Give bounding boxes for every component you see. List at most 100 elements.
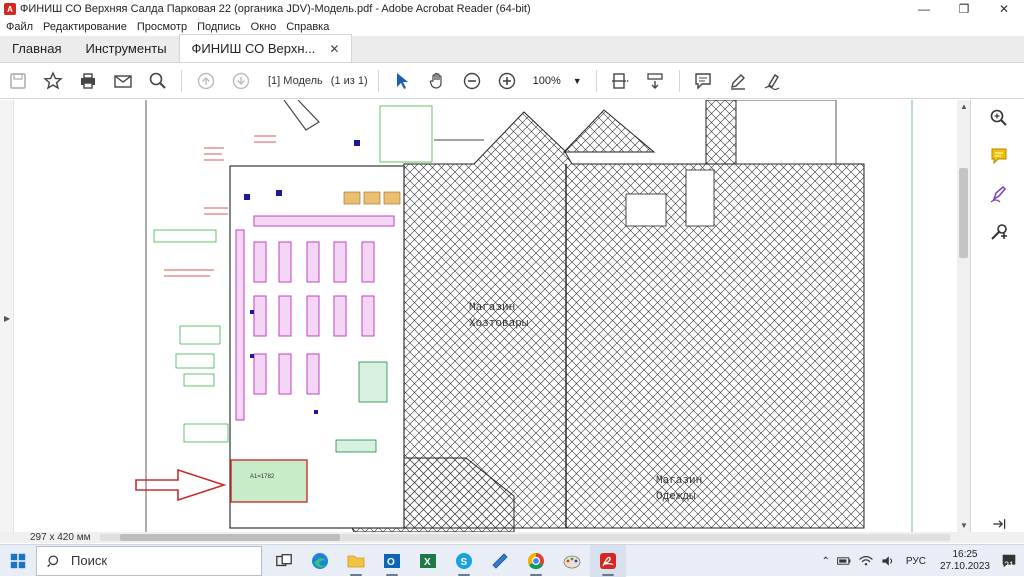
zoom-out-button[interactable] xyxy=(455,66,490,96)
email-button[interactable] xyxy=(105,66,140,96)
pen-notes-icon xyxy=(492,552,508,569)
tray-chevron-icon[interactable]: ⌃ xyxy=(822,556,830,567)
toolbar-divider xyxy=(595,69,597,92)
acrobat-app-icon: A xyxy=(4,3,16,15)
upper-wall xyxy=(283,100,320,131)
menu-window[interactable]: Окно xyxy=(251,21,277,33)
page-count: (1 из 1) xyxy=(330,74,368,87)
vertical-scrollbar[interactable]: ▲ ▼ xyxy=(957,100,970,532)
upper-room-outline xyxy=(735,100,837,165)
acrobat-app[interactable] xyxy=(590,544,626,577)
skype-app[interactable]: S xyxy=(446,545,482,577)
system-tray: ⌃ РУС 16:25 27.10.2023 21 xyxy=(822,545,1024,577)
menu-edit[interactable]: Редактирование xyxy=(43,21,127,33)
taskbar-search[interactable]: Поиск xyxy=(36,545,262,576)
more-tools-button[interactable] xyxy=(987,220,1011,244)
file-explorer-app[interactable] xyxy=(338,545,374,577)
arrow-down-icon xyxy=(232,72,249,89)
tab-tools[interactable]: Инструменты xyxy=(73,35,178,62)
bookmark-star-button[interactable] xyxy=(35,66,70,96)
sign-pen-icon xyxy=(764,73,780,90)
title-bar: A ФИНИШ СО Верхняя Салда Парковая 22 (ор… xyxy=(0,0,1024,18)
scroll-mode-button[interactable] xyxy=(638,66,673,96)
folder-icon xyxy=(347,555,365,567)
highlighted-room xyxy=(230,459,308,503)
chrome-app[interactable] xyxy=(518,545,554,577)
search-icon xyxy=(149,72,166,89)
left-panel-rail[interactable]: ▶ xyxy=(0,100,14,532)
zoom-select[interactable]: 100% ▼ xyxy=(533,75,582,87)
cursor-arrow-icon xyxy=(397,72,409,89)
system-clock[interactable]: 16:25 27.10.2023 xyxy=(940,549,990,573)
wifi-icon[interactable] xyxy=(858,553,874,569)
language-indicator[interactable]: РУС xyxy=(906,556,926,567)
save-button[interactable] xyxy=(0,66,35,96)
toolbar-divider xyxy=(181,69,182,92)
restore-button[interactable]: ❐ xyxy=(944,0,984,18)
svg-text:X: X xyxy=(424,557,431,568)
zoom-in-button[interactable] xyxy=(490,66,525,96)
storage-boxes xyxy=(343,191,401,205)
status-bar: 297 x 420 мм xyxy=(0,532,1024,543)
pointer-arrow xyxy=(135,468,227,502)
battery-icon[interactable] xyxy=(836,553,852,569)
sign-button[interactable] xyxy=(756,66,791,96)
tab-home[interactable]: Главная xyxy=(0,35,73,62)
scrollbar-thumb[interactable] xyxy=(959,168,968,258)
comment-tool-button[interactable] xyxy=(987,144,1011,168)
find-button[interactable] xyxy=(140,66,175,96)
running-indicator xyxy=(458,573,470,576)
comment-button[interactable] xyxy=(686,66,721,96)
prev-page-button[interactable] xyxy=(188,66,223,96)
print-button[interactable] xyxy=(70,66,105,96)
household-store-label-1: Магазин xyxy=(469,302,515,314)
menu-help[interactable]: Справка xyxy=(286,21,329,33)
comment-yellow-icon xyxy=(991,148,1007,165)
expand-left-panel-icon[interactable]: ▶ xyxy=(4,314,10,323)
document-viewport[interactable]: ▶ Магазин Хозтовары Магазин Одежды А1=17… xyxy=(0,100,970,532)
minimize-button[interactable]: — xyxy=(904,0,944,18)
page-label[interactable]: [1] Модель xyxy=(264,75,327,87)
hand-tool-button[interactable] xyxy=(420,66,455,96)
upper-hatch-block xyxy=(562,109,656,153)
start-button[interactable] xyxy=(0,545,36,577)
next-page-button[interactable] xyxy=(223,66,258,96)
menu-view[interactable]: Просмотр xyxy=(137,21,187,33)
fit-page-button[interactable] xyxy=(603,66,638,96)
taskview-app[interactable] xyxy=(266,545,302,577)
zoom-tool-button[interactable] xyxy=(987,106,1011,130)
menu-sign[interactable]: Подпись xyxy=(197,21,241,33)
running-indicator xyxy=(350,573,362,576)
toolbar-divider xyxy=(678,69,680,92)
scroll-up-icon[interactable]: ▲ xyxy=(960,102,968,111)
windows-logo-icon xyxy=(10,553,26,568)
collapse-arrow-icon xyxy=(993,519,1006,529)
horizontal-scrollbar[interactable] xyxy=(100,534,950,541)
edge-app[interactable] xyxy=(302,545,338,577)
volume-icon[interactable] xyxy=(880,553,896,569)
paint-app[interactable] xyxy=(554,545,590,577)
outlook-app[interactable]: O xyxy=(374,545,410,577)
select-tool-button[interactable] xyxy=(385,66,420,96)
fill-sign-tool-button[interactable] xyxy=(987,182,1011,206)
highlight-button[interactable] xyxy=(721,66,756,96)
svg-text:S: S xyxy=(461,557,468,568)
main-toolbar: [1] Модель (1 из 1) 100% ▼ xyxy=(0,63,1024,99)
tab-close-button[interactable]: ✕ xyxy=(329,42,339,56)
notification-center-button[interactable]: 21 xyxy=(998,550,1020,572)
windows-taskbar: Поиск O X S ⌃ РУС 16:25 27.10.2023 21 xyxy=(0,544,1024,577)
notes-app[interactable] xyxy=(482,545,518,577)
chevron-down-icon: ▼ xyxy=(572,75,582,86)
menu-file[interactable]: Файл xyxy=(6,21,33,33)
horizontal-scrollbar-thumb[interactable] xyxy=(120,534,340,541)
palette-icon xyxy=(563,555,581,568)
excel-app[interactable]: X xyxy=(410,545,446,577)
chrome-icon xyxy=(527,552,544,569)
envelope-icon xyxy=(113,74,132,88)
tab-document[interactable]: ФИНИШ СО Верхн... ✕ xyxy=(178,34,353,62)
scroll-down-icon[interactable]: ▼ xyxy=(960,521,968,530)
plus-circle-icon xyxy=(498,72,516,89)
close-window-button[interactable]: ✕ xyxy=(984,0,1024,18)
tab-bar: Главная Инструменты ФИНИШ СО Верхн... ✕ xyxy=(0,34,1024,63)
page-size-label: 297 x 420 мм xyxy=(30,532,91,543)
